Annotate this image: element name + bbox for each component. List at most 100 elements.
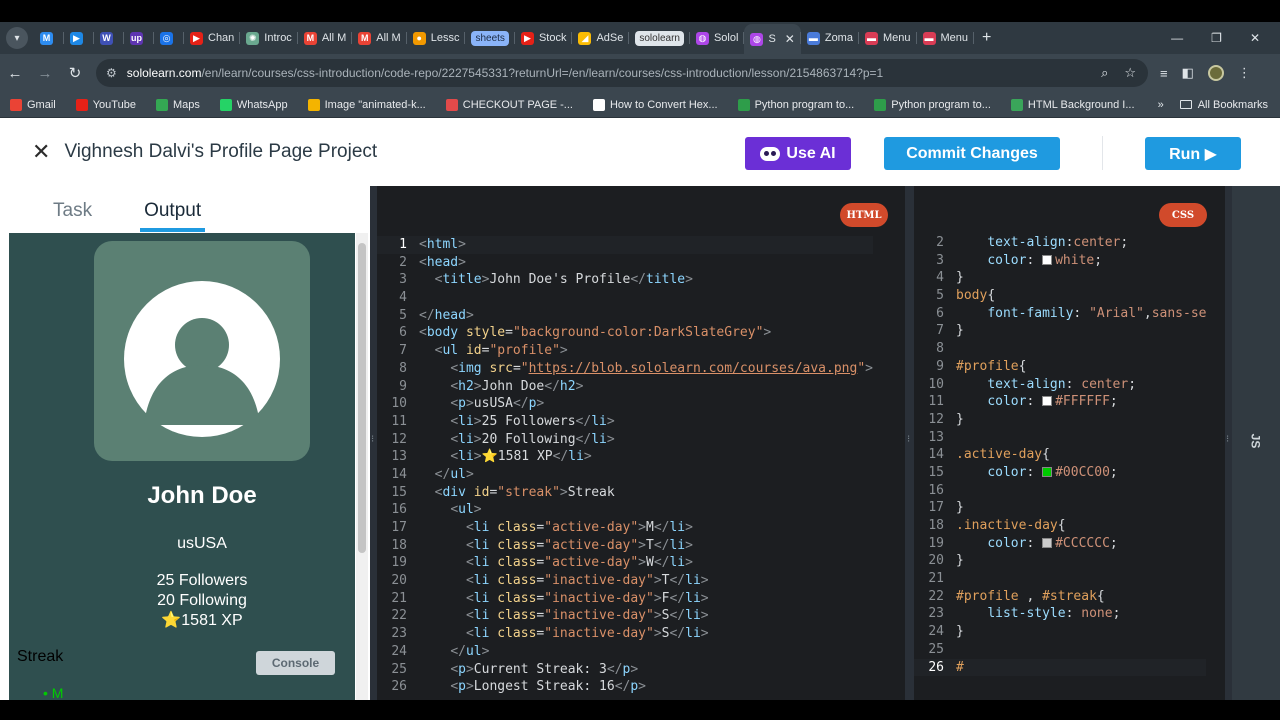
side-panel-icon[interactable]: ◧ (1182, 65, 1194, 81)
code-line[interactable]: 9 #profile{ (914, 358, 1206, 376)
run-button[interactable]: Run ▶ (1145, 137, 1241, 170)
html-editor[interactable]: HTML 1 <html> 2 <head> 3 <title>John Doe's P… (377, 186, 905, 700)
code-line[interactable]: 12} (914, 411, 1206, 429)
browser-tab[interactable]: up (124, 24, 154, 52)
code-line[interactable]: 5 </head> (377, 307, 873, 325)
css-code[interactable]: 2 text-align:center; 3 color: white; 4} 5 bo… (914, 234, 1207, 677)
all-bookmarks-button[interactable]: All Bookmarks (1179, 99, 1280, 111)
browser-tab[interactable]: ▶ (64, 24, 94, 52)
js-pane-collapsed[interactable]: JS (1232, 186, 1280, 700)
code-line[interactable]: 3 color: white; (914, 252, 1206, 270)
bookmark-item[interactable]: Image "animated-k... (307, 98, 426, 111)
code-line[interactable]: 19 color: #CCCCCC; (914, 535, 1206, 553)
use-ai-button[interactable]: Use AI (745, 137, 851, 170)
code-line[interactable]: 20 <li class="inactive-day">T</li> (377, 572, 873, 590)
code-line[interactable]: 15 <div id="streak">Streak (377, 484, 873, 502)
code-line[interactable]: 2 <head> (377, 254, 873, 272)
css-editor[interactable]: CSS 2 text-align:center; 3 color: white; 4… (914, 186, 1225, 700)
code-line[interactable]: 6 font-family: "Arial",sans-se (914, 305, 1206, 323)
bookmark-star-icon[interactable]: ☆ (1124, 65, 1136, 81)
code-line[interactable]: 11 color: #FFFFFF; (914, 393, 1206, 411)
code-line[interactable]: 12 <li>20 Following</li> (377, 431, 873, 449)
bookmark-item[interactable]: Python program to... (874, 98, 991, 111)
code-line[interactable]: 6 <body style="background-color:DarkSlate… (377, 324, 873, 342)
browser-tab[interactable]: M All M (352, 24, 407, 52)
code-line[interactable]: 13 (914, 429, 1206, 447)
new-tab-icon[interactable]: + (982, 29, 991, 47)
back-icon[interactable]: ← (0, 65, 30, 82)
media-icon[interactable]: ≡ (1160, 66, 1168, 81)
browser-tab[interactable]: ◍ Solol (690, 24, 745, 52)
bookmark-item[interactable]: Gmail (10, 98, 56, 111)
browser-tab[interactable]: ◢ AdSe (572, 24, 630, 52)
html-code[interactable]: 1 <html> 2 <head> 3 <title>John Doe's Profil… (377, 236, 873, 696)
code-line[interactable]: 3 <title>John Doe's Profile</title> (377, 271, 873, 289)
code-line[interactable]: 22 <li class="inactive-day">S</li> (377, 607, 873, 625)
console-button[interactable]: Console (256, 651, 335, 675)
pane-resizer-2[interactable]: ⁝ (905, 186, 914, 700)
code-line[interactable]: 26 <p>Longest Streak: 16</p> (377, 678, 873, 696)
code-line[interactable]: 15 color: #00CC00; (914, 464, 1206, 482)
zoom-icon[interactable]: ⌕ (1101, 65, 1108, 81)
code-line[interactable]: 18 <li class="active-day">T</li> (377, 537, 873, 555)
browser-tab[interactable]: ▶ Chan (184, 24, 241, 52)
code-line[interactable]: 14 .active-day{ (914, 446, 1206, 464)
code-line[interactable]: 5 body{ (914, 287, 1206, 305)
code-line[interactable]: 16 (914, 482, 1206, 500)
code-line[interactable]: 24} (914, 623, 1206, 641)
code-line[interactable]: 22 #profile , #streak{ (914, 588, 1206, 606)
forward-icon[interactable]: → (30, 65, 60, 82)
bookmark-item[interactable]: YouTube (75, 98, 136, 111)
code-line[interactable]: 8 (914, 340, 1206, 358)
code-line[interactable]: 1 <html> (377, 236, 873, 254)
browser-tab[interactable]: sololearn (629, 24, 690, 52)
browser-tab[interactable]: ▶ Stock (515, 24, 573, 52)
code-line[interactable]: 21 <li class="inactive-day">F</li> (377, 590, 873, 608)
minimize-icon[interactable]: — (1171, 31, 1183, 45)
close-window-icon[interactable]: ✕ (1250, 31, 1260, 45)
code-line[interactable]: 13 <li>⭐1581 XP</li> (377, 448, 873, 466)
tab-output[interactable]: Output (140, 200, 206, 232)
code-line[interactable]: 4 (377, 289, 873, 307)
bookmark-item[interactable]: Python program to... (737, 98, 854, 111)
bookmark-item[interactable]: WhatsApp (219, 98, 288, 111)
bookmark-item[interactable]: Maps (155, 98, 200, 111)
code-line[interactable]: 10 text-align: center; (914, 376, 1206, 394)
browser-tab[interactable]: ◎ (154, 24, 184, 52)
profile-avatar-icon[interactable] (1207, 65, 1224, 81)
pane-resizer-3[interactable]: ⁝ (1225, 186, 1232, 700)
browser-tab[interactable]: ▬ Zoma (801, 24, 859, 52)
code-line[interactable]: 4} (914, 269, 1206, 287)
url-input[interactable]: ⚙ sololearn.com/en/learn/courses/css-int… (96, 59, 1148, 87)
browser-tab[interactable]: ▬ Menu (917, 24, 975, 52)
code-line[interactable]: 7} (914, 322, 1206, 340)
code-line[interactable]: 17 <li class="active-day">M</li> (377, 519, 873, 537)
code-line[interactable]: 2 text-align:center; (914, 234, 1206, 252)
commit-changes-button[interactable]: Commit Changes (884, 137, 1060, 170)
bookmark-item[interactable]: HTML Background I... (1010, 98, 1135, 111)
browser-tab[interactable]: sheets (465, 24, 515, 52)
code-line[interactable]: 11 <li>25 Followers</li> (377, 413, 873, 431)
code-line[interactable]: 17} (914, 499, 1206, 517)
code-line[interactable]: 10 <p>usUSA</p> (377, 395, 873, 413)
close-tab-icon[interactable]: ✕ (785, 32, 795, 46)
more-bookmarks-icon[interactable]: » (1158, 99, 1164, 111)
output-scrollbar[interactable] (356, 233, 368, 700)
code-line[interactable]: 14 </ul> (377, 466, 873, 484)
code-line[interactable]: 25 (914, 641, 1206, 659)
maximize-icon[interactable]: ❐ (1211, 31, 1222, 45)
code-line[interactable]: 8 <img src="https://blob.sololearn.com/c… (377, 360, 873, 378)
pane-resizer-1[interactable]: ⁝ (370, 186, 377, 700)
browser-tab[interactable]: ● Lessc (407, 24, 466, 52)
code-line[interactable]: 20} (914, 552, 1206, 570)
browser-tab[interactable]: M (34, 24, 64, 52)
code-line[interactable]: 19 <li class="active-day">W</li> (377, 554, 873, 572)
browser-tab[interactable]: W (94, 24, 124, 52)
code-line[interactable]: 23 <li class="inactive-day">S</li> (377, 625, 873, 643)
bookmark-item[interactable]: CHECKOUT PAGE -... (445, 98, 573, 111)
tab-task[interactable]: Task (53, 200, 92, 232)
code-line[interactable]: 23 list-style: none; (914, 605, 1206, 623)
code-line[interactable]: 7 <ul id="profile"> (377, 342, 873, 360)
menu-kebab-icon[interactable]: ⋮ (1238, 65, 1251, 81)
browser-tab[interactable]: ✺ Introc (240, 24, 298, 52)
